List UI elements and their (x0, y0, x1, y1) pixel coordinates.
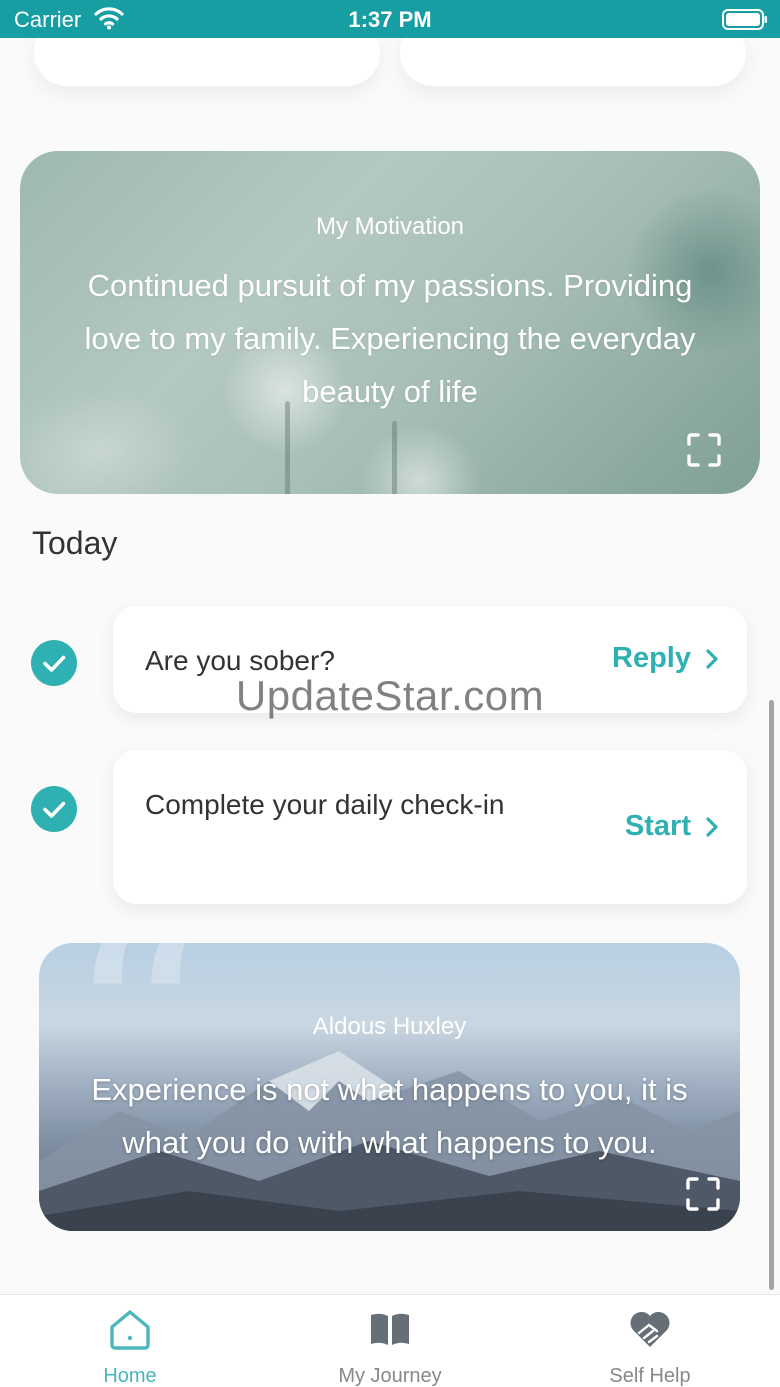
chevron-right-icon (705, 816, 719, 838)
tab-label: Home (103, 1365, 157, 1387)
scrollbar[interactable] (769, 700, 774, 1290)
dandelion-stem (392, 421, 397, 494)
today-heading: Today (32, 525, 118, 561)
book-icon (367, 1307, 413, 1351)
motivation-title: My Motivation (315, 213, 465, 240)
task-label: Complete your daily check-in (145, 789, 505, 820)
heart-hands-icon (627, 1307, 673, 1351)
tab-self-help[interactable]: Self Help (520, 1295, 780, 1387)
tab-home[interactable]: Home (0, 1295, 260, 1387)
status-time: 1:37 PM (348, 7, 432, 32)
reply-button[interactable]: Reply (612, 642, 719, 675)
status-bar: Carrier 1:37 PM (0, 0, 780, 38)
quote-card[interactable]: “ Aldous Huxley Experience is not what h… (39, 943, 740, 1231)
tab-label: My Journey (338, 1365, 442, 1387)
expand-icon[interactable] (686, 1177, 720, 1211)
battery-icon (722, 9, 768, 30)
check-circle-icon (31, 786, 77, 832)
start-label: Start (624, 810, 691, 842)
motivation-card[interactable]: My Motivation Continued pursuit of my pa… (20, 151, 760, 494)
reply-label: Reply (612, 642, 691, 674)
expand-icon[interactable] (687, 433, 721, 467)
motivation-text: Continued pursuit of my passions. Provid… (84, 268, 696, 409)
home-icon (107, 1307, 153, 1351)
chevron-right-icon (705, 648, 719, 670)
tab-label: Self Help (609, 1365, 691, 1387)
start-button[interactable]: Start (625, 810, 719, 843)
tab-bar: Home My Journey Self Help (0, 1294, 780, 1387)
quote-author: Aldous Huxley (312, 1013, 467, 1040)
task-card-checkin[interactable]: Complete your daily check-in Start (113, 750, 747, 904)
tab-my-journey[interactable]: My Journey (260, 1295, 520, 1387)
watermark: UpdateStar.com (235, 672, 545, 719)
quote-text: Experience is not what happens to you, i… (91, 1072, 688, 1160)
